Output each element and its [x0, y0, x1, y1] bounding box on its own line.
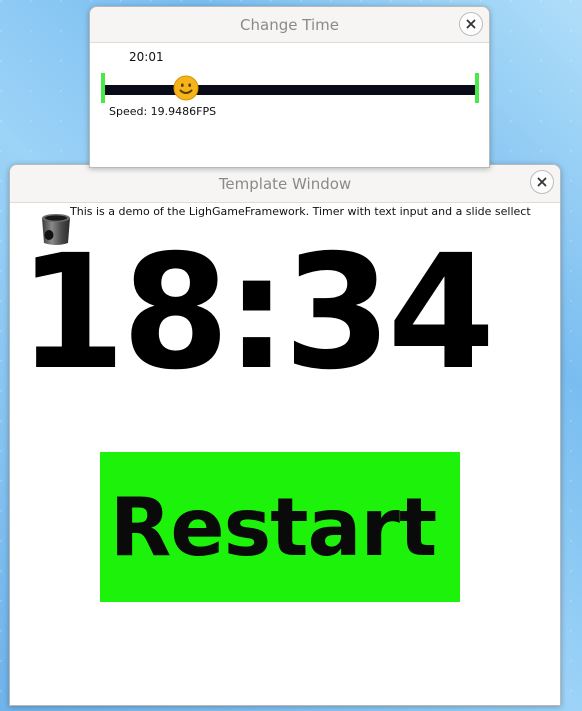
slider-end-cap	[475, 73, 479, 103]
change-time-window: Change Time 20:01 Speed: 19.9486FPS	[89, 6, 490, 168]
time-value-text: 20:01	[129, 50, 164, 64]
timer-display: 18:34	[18, 221, 495, 405]
template-close-button[interactable]	[530, 170, 554, 194]
restart-button-label: Restart	[109, 480, 437, 574]
restart-button[interactable]: Restart	[100, 452, 460, 602]
change-time-title: Change Time	[240, 15, 339, 34]
speed-fps-text: Speed: 19.9486FPS	[109, 105, 217, 118]
smiley-face-icon[interactable]	[173, 75, 199, 101]
template-window-title: Template Window	[218, 174, 352, 193]
description-text: This is a demo of the LighGameFramework.…	[70, 205, 531, 218]
template-window: Template Window This is a demo of the Li…	[9, 164, 561, 706]
time-slider[interactable]	[101, 73, 479, 103]
close-icon	[466, 19, 476, 29]
close-icon	[537, 177, 547, 187]
change-time-titlebar[interactable]: Change Time	[90, 7, 489, 43]
slider-track[interactable]	[104, 85, 476, 95]
slider-start-cap	[101, 73, 105, 103]
change-time-close-button[interactable]	[459, 12, 483, 36]
template-titlebar[interactable]: Template Window	[10, 165, 560, 203]
